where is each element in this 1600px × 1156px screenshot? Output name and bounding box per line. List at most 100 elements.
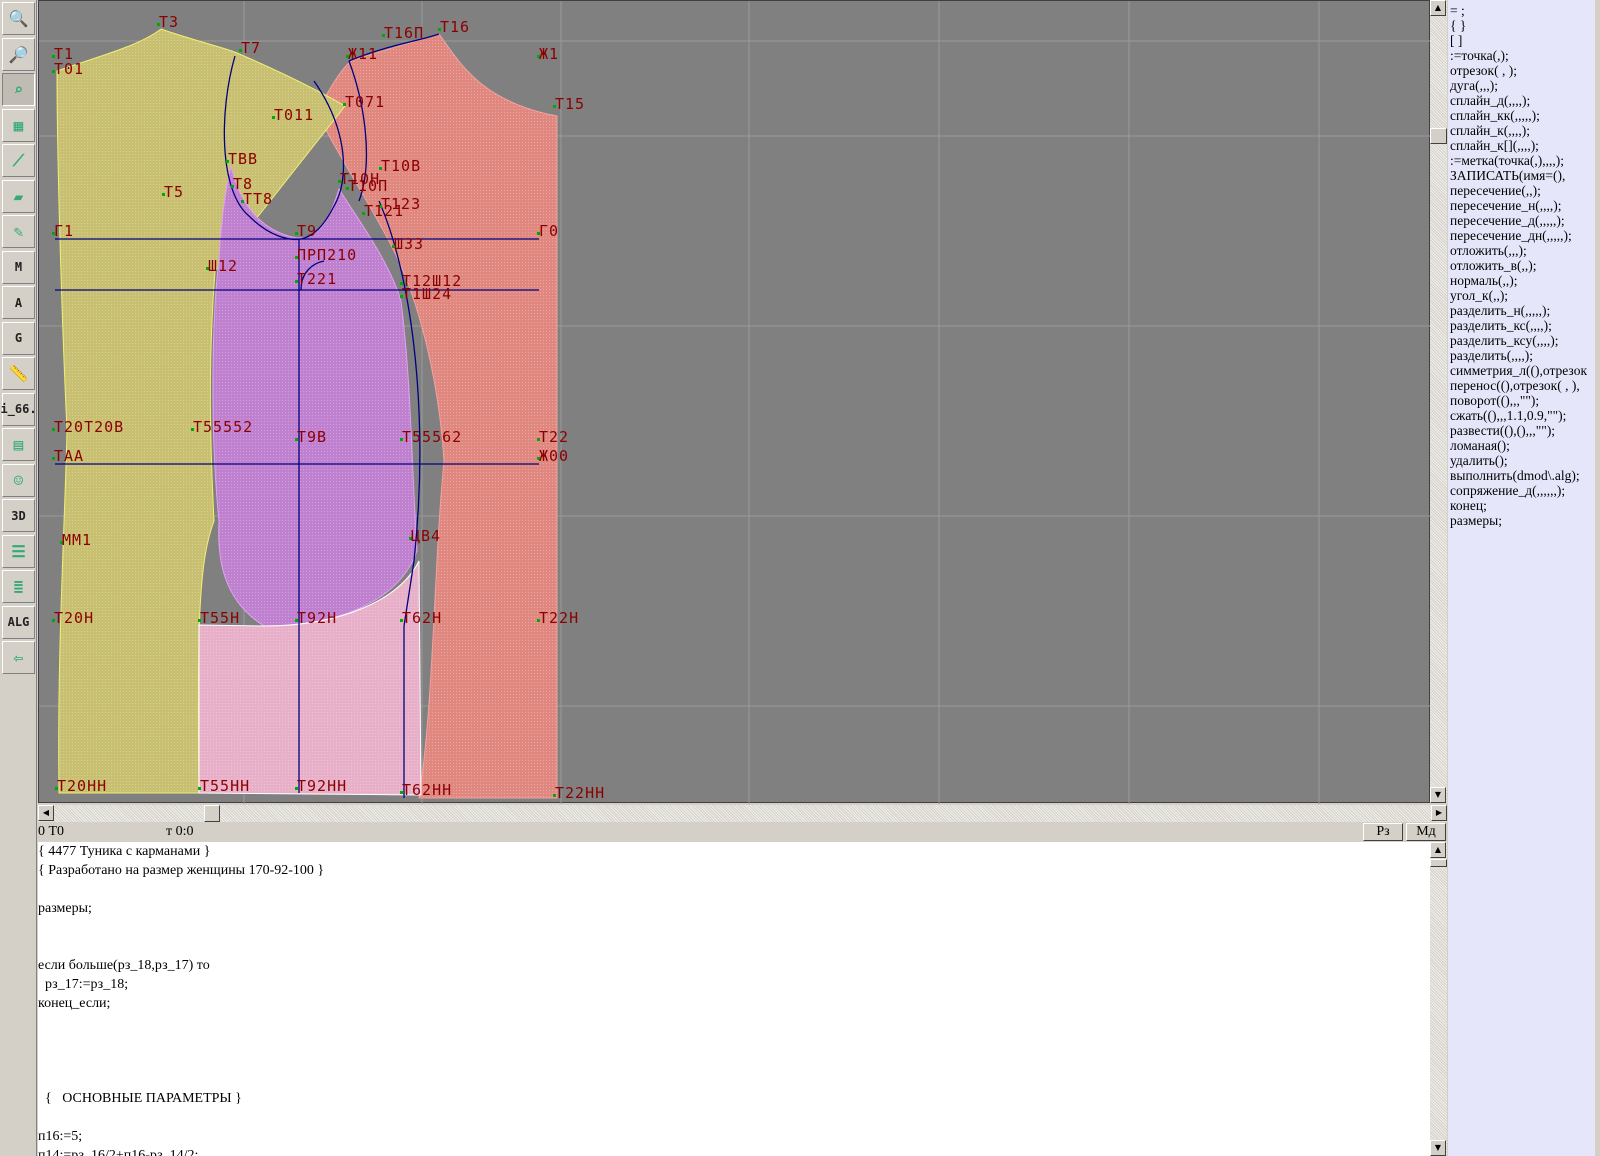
- point-label: ММ1: [62, 531, 92, 549]
- point-label: Т20Т20В: [54, 418, 124, 436]
- zoom-fit-icon[interactable]: ⌕: [2, 73, 35, 106]
- command-item[interactable]: { }: [1450, 18, 1595, 33]
- command-item[interactable]: дуга(,,,);: [1450, 78, 1595, 93]
- canvas-horizontal-scrollbar[interactable]: ◀ ▶: [38, 805, 1447, 822]
- alg-icon[interactable]: ALG: [2, 605, 35, 639]
- model-icon[interactable]: M: [2, 250, 35, 284]
- command-item[interactable]: развести((),(),,,"");: [1450, 423, 1595, 438]
- point-label: Т92Н: [297, 609, 337, 627]
- command-item[interactable]: сжать((),,,1.1,0.9,"");: [1450, 408, 1595, 423]
- code-line[interactable]: рз_17:=рз_18;: [38, 975, 1430, 994]
- list-icon[interactable]: ☰: [2, 534, 35, 568]
- command-item[interactable]: разделить_ксу(,,,,);: [1450, 333, 1595, 348]
- scroll-down-button[interactable]: ▼: [1430, 1140, 1446, 1156]
- scroll-thumb[interactable]: [204, 805, 220, 822]
- code-line[interactable]: п16:=5;: [38, 1127, 1430, 1146]
- status-coordinates: т 0:0: [166, 824, 194, 839]
- exit-icon[interactable]: ⇦: [2, 641, 35, 674]
- code-line[interactable]: [38, 1032, 1430, 1051]
- drawing-canvas[interactable]: Т3 Т1 Т01 Т7 Ж11 Т16П Т16 Ж1 Т15 Т071 Т011 ТВВ Т10В Т…: [38, 0, 1431, 804]
- layers-icon[interactable]: ≣: [2, 570, 35, 603]
- command-item[interactable]: выполнить(dmod\.alg);: [1450, 468, 1595, 483]
- code-line[interactable]: [38, 1051, 1430, 1070]
- command-item[interactable]: сплайн_к(,,,,);: [1450, 123, 1595, 138]
- grid-icon[interactable]: ▦: [2, 108, 35, 142]
- code-line[interactable]: [38, 937, 1430, 956]
- measure-icon[interactable]: 📏: [2, 357, 35, 390]
- command-item[interactable]: сплайн_д(,,,,);: [1450, 93, 1595, 108]
- model-button[interactable]: Мд: [1406, 823, 1446, 841]
- zoom-in-icon[interactable]: 🔍: [2, 2, 35, 35]
- point-label: Г0: [539, 222, 559, 240]
- scroll-thumb[interactable]: [1430, 859, 1447, 867]
- code-line[interactable]: [38, 1013, 1430, 1032]
- code-line[interactable]: если больше(рз_18,рз_17) то: [38, 956, 1430, 975]
- pattern-drawing: Т3Т1Т01Т7 Ж11Т16П Т16Ж1Т15Т071Т011ТВВ Т10ВТ…: [39, 1, 1431, 804]
- code-line[interactable]: { 4477 Туника с карманами }: [38, 842, 1430, 861]
- code-line[interactable]: { Разработано на размер женщины 170-92-1…: [38, 861, 1430, 880]
- command-item[interactable]: пересечение_н(,,,,);: [1450, 198, 1595, 213]
- segment-icon[interactable]: ⟋: [2, 144, 35, 177]
- command-item[interactable]: симметрия_л((),отрезок: [1450, 363, 1595, 378]
- command-item[interactable]: сплайн_к[](,,,,);: [1450, 138, 1595, 153]
- command-item[interactable]: перенос((),отрезок( , ),: [1450, 378, 1595, 393]
- code-line[interactable]: [38, 1070, 1430, 1089]
- figure-photo-icon[interactable]: ☺: [2, 463, 35, 497]
- point-label: Ж11: [348, 45, 378, 63]
- point-label: Т16: [440, 18, 470, 36]
- command-item[interactable]: пересечение_дн(,,,,,);: [1450, 228, 1595, 243]
- command-item[interactable]: :=метка(точка(,),,,,);: [1450, 153, 1595, 168]
- command-item[interactable]: пересечение(,,);: [1450, 183, 1595, 198]
- 3d-icon[interactable]: 3D: [2, 499, 35, 532]
- command-item[interactable]: сплайн_кк(,,,,,);: [1450, 108, 1595, 123]
- command-item[interactable]: отрезок( , );: [1450, 63, 1595, 78]
- variable-button[interactable]: i_66.: [0, 392, 37, 426]
- command-item[interactable]: [ ]: [1450, 33, 1595, 48]
- scroll-thumb[interactable]: [1430, 128, 1447, 144]
- command-item[interactable]: отложить_в(,,);: [1450, 258, 1595, 273]
- command-item[interactable]: пересечение_д(,,,,,);: [1450, 213, 1595, 228]
- command-item[interactable]: поворот((),,,"");: [1450, 393, 1595, 408]
- scroll-left-button[interactable]: ◀: [38, 805, 54, 821]
- command-item[interactable]: размеры;: [1450, 513, 1595, 528]
- scroll-up-button[interactable]: ▲: [1430, 842, 1446, 858]
- compass-icon[interactable]: A: [2, 286, 35, 319]
- point-label: Т55Н: [200, 609, 240, 627]
- command-item[interactable]: удалить();: [1450, 453, 1595, 468]
- code-line[interactable]: [38, 880, 1430, 899]
- code-line[interactable]: [38, 1108, 1430, 1127]
- code-line[interactable]: размеры;: [38, 899, 1430, 918]
- piece-edit-icon[interactable]: ✎: [2, 215, 35, 248]
- command-item[interactable]: разделить_н(,,,,,);: [1450, 303, 1595, 318]
- code-line[interactable]: { ОСНОВНЫЕ ПАРАМЕТРЫ }: [38, 1089, 1430, 1108]
- command-item[interactable]: = ;: [1450, 3, 1595, 18]
- command-item[interactable]: ломаная();: [1450, 438, 1595, 453]
- canvas-vertical-scrollbar[interactable]: ▲ ▼: [1430, 0, 1447, 803]
- code-line[interactable]: [38, 918, 1430, 937]
- table-icon[interactable]: ▤: [2, 428, 35, 461]
- scroll-right-button[interactable]: ▶: [1431, 805, 1447, 821]
- scroll-down-button[interactable]: ▼: [1430, 787, 1446, 803]
- command-item[interactable]: :=точка(,);: [1450, 48, 1595, 63]
- point-label: Т10П: [348, 177, 388, 195]
- pattern-piece-icon[interactable]: ▰: [2, 179, 35, 213]
- sizes-button[interactable]: Рз: [1363, 823, 1403, 841]
- command-item[interactable]: нормаль(,,);: [1450, 273, 1595, 288]
- command-item[interactable]: конец;: [1450, 498, 1595, 513]
- tool-label: G: [14, 331, 23, 345]
- command-item[interactable]: отложить(,,,);: [1450, 243, 1595, 258]
- algorithm-editor[interactable]: { 4477 Туника с карманами }{ Разработано…: [38, 842, 1430, 1156]
- editor-vertical-scrollbar[interactable]: ▲ ▼: [1430, 842, 1447, 1156]
- command-item[interactable]: ЗАПИСАТЬ(имя=(),: [1450, 168, 1595, 183]
- command-item[interactable]: разделить(,,,,);: [1450, 348, 1595, 363]
- code-line[interactable]: п14:=рз_16/2+п16-рз_14/2;: [38, 1146, 1430, 1156]
- scroll-up-button[interactable]: ▲: [1430, 0, 1446, 16]
- command-item[interactable]: разделить_кс(,,,,);: [1450, 318, 1595, 333]
- point-label: Т10В: [381, 157, 421, 175]
- command-item[interactable]: угол_к(,,);: [1450, 288, 1595, 303]
- grading-icon[interactable]: G: [2, 321, 35, 355]
- zoom-out-icon[interactable]: 🔎: [2, 37, 35, 71]
- command-item[interactable]: сопряжение_д(,,,,,,);: [1450, 483, 1595, 498]
- point-label: Т071: [345, 93, 385, 111]
- code-line[interactable]: конец_если;: [38, 994, 1430, 1013]
